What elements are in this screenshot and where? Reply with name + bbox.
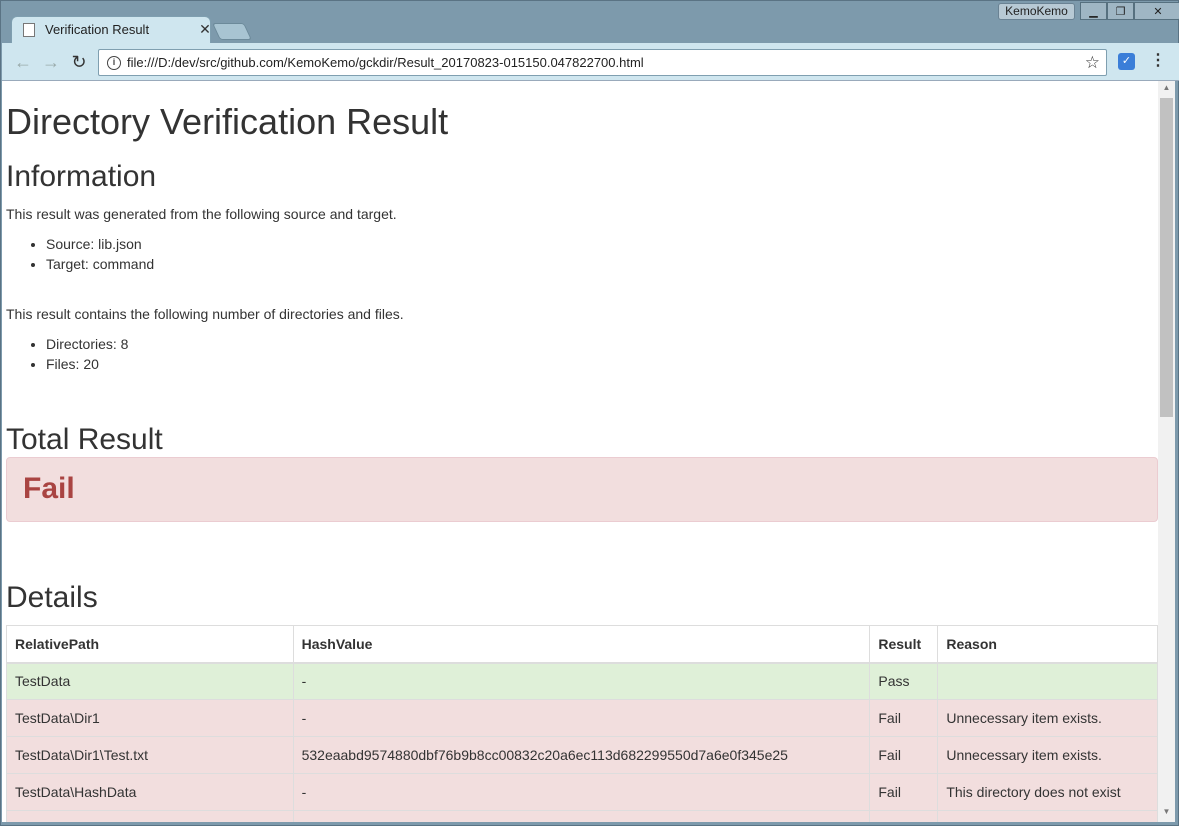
- browser-window: Verification Result ✕ KemoKemo ▁ ❐ ✕ ← →…: [0, 0, 1179, 826]
- reason-cell: [937, 662, 1158, 700]
- page-title: Directory Verification Result: [6, 101, 449, 142]
- close-window-button[interactable]: ✕: [1134, 2, 1179, 20]
- total-result-value: Fail: [23, 472, 75, 505]
- path-cell: [6, 810, 294, 822]
- table-row: TestData\HashData - Fail This directory …: [6, 773, 1158, 811]
- reason-cell: Unnecessary item exists.: [937, 699, 1158, 737]
- hash-cell: 532eaabd9574880dbf76b9b8cc00832c20a6ec11…: [292, 736, 871, 774]
- list-item: Files: 20: [46, 354, 128, 374]
- tab-content: Verification Result ✕: [23, 16, 213, 43]
- window-controls: ▁ ❐ ✕: [1080, 2, 1179, 20]
- document-icon: [23, 22, 35, 37]
- bookmark-star-icon[interactable]: ☆: [1085, 53, 1100, 73]
- hash-cell: [292, 810, 871, 822]
- path-cell: TestData\HashData: [6, 773, 294, 811]
- hash-cell: -: [292, 699, 871, 737]
- reload-button[interactable]: ↻: [68, 52, 90, 72]
- reason-cell: This directory does not exist: [937, 773, 1158, 811]
- tab-title[interactable]: Verification Result: [45, 22, 197, 37]
- result-cell: Fail: [869, 736, 939, 774]
- path-cell: TestData: [6, 662, 294, 700]
- result-cell: Fail: [869, 773, 939, 811]
- column-header: Result: [869, 625, 939, 664]
- information-intro: This result was generated from the follo…: [6, 206, 397, 222]
- page-content: Directory Verification Result Informatio…: [2, 81, 1158, 822]
- result-cell: Pass: [869, 662, 939, 700]
- extension-icon[interactable]: ✓: [1118, 53, 1135, 70]
- back-button[interactable]: ←: [12, 52, 34, 72]
- list-item: Target: command: [46, 254, 154, 274]
- total-result-alert: Fail: [6, 457, 1158, 522]
- path-cell: TestData\Dir1: [6, 699, 294, 737]
- column-header: HashValue: [292, 625, 871, 664]
- source-target-list: Source: lib.json Target: command: [46, 234, 154, 274]
- browser-toolbar: ← → ↻ i file:///D:/dev/src/github.com/Ke…: [2, 43, 1179, 81]
- list-item: Source: lib.json: [46, 234, 154, 254]
- count-list: Directories: 8 Files: 20: [46, 334, 128, 374]
- details-table: RelativePath HashValue Result Reason Tes…: [6, 625, 1158, 822]
- result-cell: [869, 810, 939, 822]
- reason-cell: Unnecessary item exists.: [937, 736, 1158, 774]
- url-text[interactable]: file:///D:/dev/src/github.com/KemoKemo/g…: [127, 55, 1085, 70]
- count-intro: This result contains the following numbe…: [6, 306, 404, 322]
- scroll-up-arrow-icon[interactable]: ▲: [1158, 83, 1175, 95]
- table-header-row: RelativePath HashValue Result Reason: [6, 625, 1158, 664]
- forward-button[interactable]: →: [40, 52, 62, 72]
- menu-icon[interactable]: ⋮: [1150, 51, 1166, 73]
- table-row: [6, 810, 1158, 822]
- scroll-thumb[interactable]: [1160, 98, 1173, 417]
- table-row: TestData\Dir1\Test.txt 532eaabd9574880db…: [6, 736, 1158, 774]
- reason-cell: [937, 810, 1158, 822]
- hash-cell: -: [292, 773, 871, 811]
- hash-cell: -: [292, 662, 871, 700]
- column-header: RelativePath: [6, 625, 294, 664]
- profile-button[interactable]: KemoKemo: [998, 3, 1075, 20]
- title-bar: Verification Result ✕ KemoKemo ▁ ❐ ✕: [1, 1, 1179, 44]
- table-row: TestData - Pass: [6, 662, 1158, 700]
- result-cell: Fail: [869, 699, 939, 737]
- list-item: Directories: 8: [46, 334, 128, 354]
- scroll-down-arrow-icon[interactable]: ▼: [1158, 807, 1175, 819]
- tab-close-icon[interactable]: ✕: [197, 21, 213, 38]
- information-heading: Information: [6, 160, 157, 193]
- table-row: TestData\Dir1 - Fail Unnecessary item ex…: [6, 699, 1158, 737]
- address-bar[interactable]: i file:///D:/dev/src/github.com/KemoKemo…: [98, 49, 1107, 76]
- info-icon[interactable]: i: [107, 55, 121, 70]
- maximize-button[interactable]: ❐: [1107, 2, 1134, 20]
- details-heading: Details: [6, 581, 98, 614]
- column-header: Reason: [937, 625, 1158, 664]
- total-result-heading: Total Result: [6, 423, 163, 456]
- path-cell: TestData\Dir1\Test.txt: [6, 736, 294, 774]
- minimize-button[interactable]: ▁: [1080, 2, 1107, 20]
- vertical-scrollbar[interactable]: ▲ ▼: [1158, 81, 1175, 822]
- new-tab-button[interactable]: [212, 23, 252, 40]
